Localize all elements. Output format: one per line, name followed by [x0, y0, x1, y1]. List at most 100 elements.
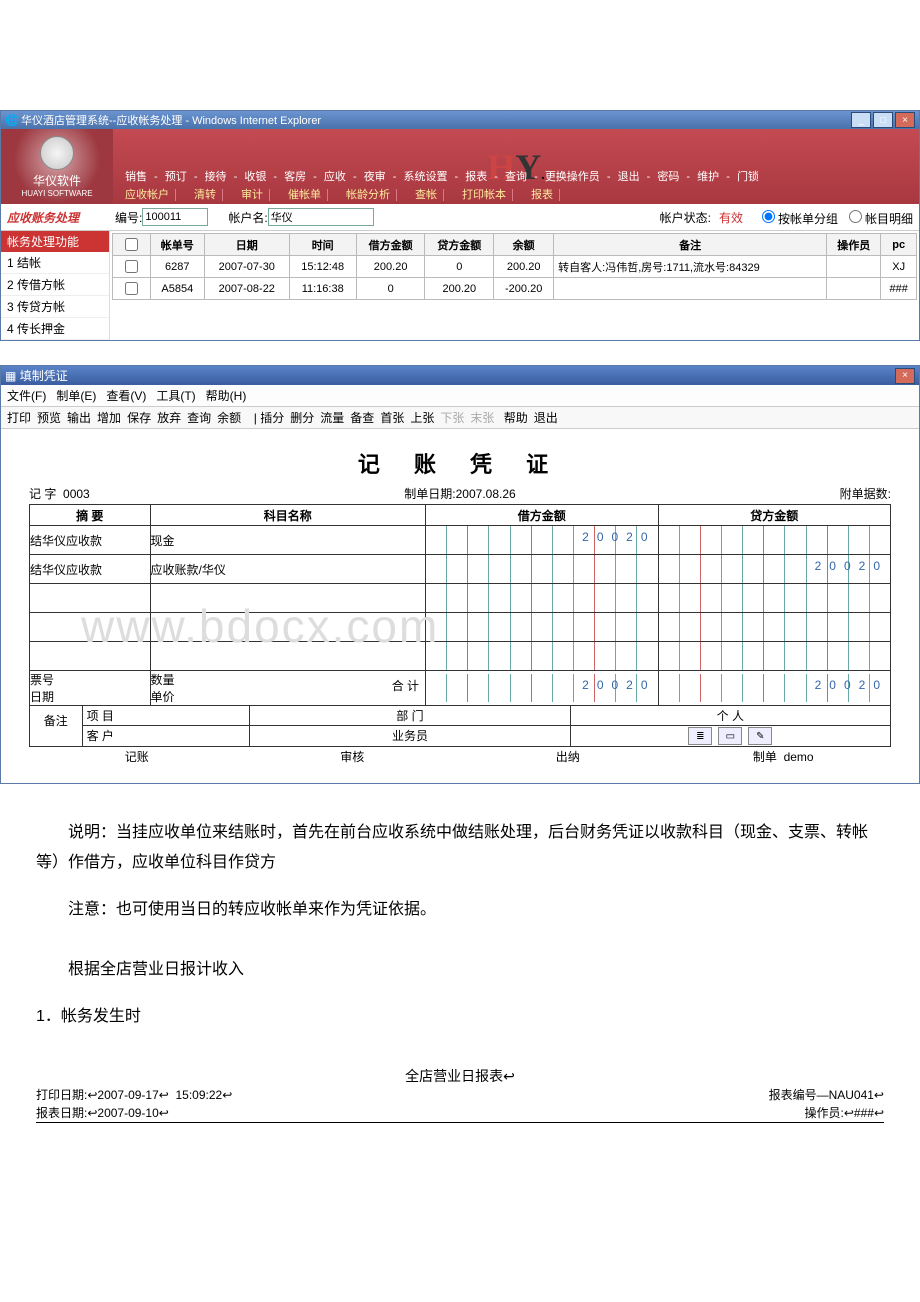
person-label: 个 人 [570, 706, 890, 725]
menu-item[interactable]: 系统设置 [403, 171, 447, 183]
sidebar-item[interactable]: 4 传长押金 [1, 318, 109, 340]
voucher-no: 0003 [63, 487, 90, 501]
menu-item[interactable]: 密码 [657, 171, 679, 183]
voucher-toolbar[interactable]: 打印预览输出增加保存放弃查询余额 | 插分删分流量备查首张上张下张末张 帮助退出 [1, 407, 919, 429]
num-input[interactable] [142, 208, 208, 226]
grid-header: 操作员 [827, 234, 881, 256]
tb-button[interactable]: 保存 [127, 411, 151, 425]
tb-button[interactable]: 预览 [37, 411, 61, 425]
main-menu[interactable]: 销售 - 预订 - 接待 - 收银 - 客房 - 应收 - 夜审 - 系统设置 … [113, 166, 771, 186]
menu-item[interactable]: 维护 [697, 171, 719, 183]
voucher-date: 2007.08.26 [456, 487, 516, 501]
table-row[interactable]: A58542007-08-2211:16:380200.20-200.20### [113, 278, 917, 300]
submenu-item[interactable]: 审计 [235, 189, 270, 201]
sidebar-item[interactable]: 1 结帐 [1, 252, 109, 274]
voucher-close-button[interactable]: × [895, 368, 915, 384]
menu-item[interactable]: 制单(E) [56, 389, 96, 403]
voucher-row[interactable] [30, 584, 891, 613]
radio-group[interactable]: 按帐单分组 [757, 207, 838, 227]
tb-button-disabled: 末张 [470, 411, 494, 425]
stat-label: 帐户状态: [660, 209, 711, 226]
submenu-item[interactable]: 打印帐本 [456, 189, 513, 201]
max-button[interactable]: □ [873, 112, 893, 128]
doc-icon: ▦ [5, 369, 16, 383]
report-date: 报表日期:↩2007-09-10↩ [36, 1104, 169, 1121]
card-icon[interactable]: ▭ [718, 727, 742, 745]
sidebar-item[interactable]: 2 传借方帐 [1, 274, 109, 296]
grid-header: 时间 [289, 234, 356, 256]
voucher-titlebar: ▦ 填制凭证 × [1, 366, 919, 385]
name-input[interactable] [268, 208, 374, 226]
menu-item[interactable]: 帮助(H) [206, 389, 247, 403]
sub-menu[interactable]: 应收帐户清转审计催帐单帐龄分析查帐打印帐本报表 [113, 186, 566, 202]
sidebar-item[interactable]: 3 传贷方帐 [1, 296, 109, 318]
tb-button[interactable]: 备查 [350, 411, 374, 425]
tb-button[interactable]: 放弃 [157, 411, 181, 425]
brand-cn: 华仪软件 [33, 172, 81, 189]
report-no: 报表编号—NAU041↩ [769, 1086, 884, 1103]
grid-header: 备注 [554, 234, 827, 256]
menu-item[interactable]: 预订 [165, 171, 187, 183]
menu-item[interactable]: 收银 [244, 171, 266, 183]
menu-item[interactable]: 退出 [618, 171, 640, 183]
sum-label: 合 计 [386, 671, 425, 705]
menu-item[interactable]: 报表 [465, 171, 487, 183]
menu-item[interactable]: 查询 [505, 171, 527, 183]
window-title: 华仪酒店管理系统--应收帐务处理 - Windows Internet Expl… [21, 112, 321, 128]
tool-icon[interactable]: ✎ [748, 727, 772, 745]
voucher-row[interactable] [30, 613, 891, 642]
grid-header: 余额 [494, 234, 554, 256]
submenu-item[interactable]: 报表 [525, 189, 560, 201]
table-row[interactable]: 62872007-07-3015:12:48200.200200.20转自客人:… [113, 256, 917, 278]
menu-item[interactable]: 夜审 [364, 171, 386, 183]
tb-button[interactable]: 帮助 [504, 411, 528, 425]
menu-item[interactable]: 文件(F) [7, 389, 46, 403]
tb-button[interactable]: 流量 [320, 411, 344, 425]
tb-button[interactable]: 查询 [187, 411, 211, 425]
menu-item[interactable]: 门锁 [737, 171, 759, 183]
ie-window: 🌐 华仪酒店管理系统--应收帐务处理 - Windows Internet Ex… [0, 110, 920, 341]
remark-label: 备注 [30, 706, 83, 746]
radio-detail[interactable]: 帐目明细 [844, 207, 913, 227]
voucher-row[interactable] [30, 642, 891, 671]
submenu-item[interactable]: 查帐 [409, 189, 444, 201]
submenu-item[interactable]: 催帐单 [282, 189, 328, 201]
ticket-label: 票号 [30, 673, 54, 687]
ie-icon: 🌐 [5, 114, 17, 126]
tb-button[interactable]: 增加 [97, 411, 121, 425]
menu-item[interactable]: 查看(V) [106, 389, 146, 403]
submenu-item[interactable]: 清转 [188, 189, 223, 201]
submenu-item[interactable]: 应收帐户 [119, 189, 176, 201]
customer-label: 客 户 [83, 726, 250, 746]
voucher-row[interactable]: 结华仪应收款现金20020 [30, 526, 891, 555]
col-debit: 借方金额 [426, 505, 658, 526]
menu-item[interactable]: 工具(T) [156, 389, 195, 403]
menu-item[interactable]: 接待 [205, 171, 227, 183]
maker-user: demo [784, 750, 814, 764]
tb-button[interactable]: 首张 [380, 411, 404, 425]
num-label: 编号: [115, 209, 142, 226]
voucher-menubar[interactable]: 文件(F) 制单(E) 查看(V) 工具(T) 帮助(H) [1, 385, 919, 407]
menu-item[interactable]: 应收 [324, 171, 346, 183]
voucher-table[interactable]: 摘 要 科目名称 借方金额 贷方金额 结华仪应收款现金20020结华仪应收款应收… [29, 504, 891, 747]
list-icon[interactable]: ≣ [688, 727, 712, 745]
tb-button[interactable]: 余额 [217, 411, 241, 425]
close-button[interactable]: × [895, 112, 915, 128]
action-icons[interactable]: ≣ ▭ ✎ [688, 727, 772, 745]
tb-button[interactable]: 删分 [290, 411, 314, 425]
tb-button[interactable]: 输出 [67, 411, 91, 425]
voucher-title: 记 账 凭 证 [29, 447, 891, 479]
voucher-row[interactable]: 结华仪应收款应收账款/华仪20020 [30, 555, 891, 584]
submenu-item[interactable]: 帐龄分析 [340, 189, 397, 201]
col-summary: 摘 要 [30, 505, 151, 526]
min-button[interactable]: _ [851, 112, 871, 128]
tb-button[interactable]: 插分 [260, 411, 284, 425]
menu-item[interactable]: 客房 [284, 171, 306, 183]
name-label: 帐户名: [228, 209, 267, 226]
menu-item[interactable]: 销售 [125, 171, 147, 183]
tb-button[interactable]: 打印 [7, 411, 31, 425]
tb-button[interactable]: 退出 [534, 411, 558, 425]
grid-header: pc [881, 234, 917, 256]
menu-item[interactable]: 更换操作员 [545, 171, 600, 183]
tb-button[interactable]: 上张 [410, 411, 434, 425]
